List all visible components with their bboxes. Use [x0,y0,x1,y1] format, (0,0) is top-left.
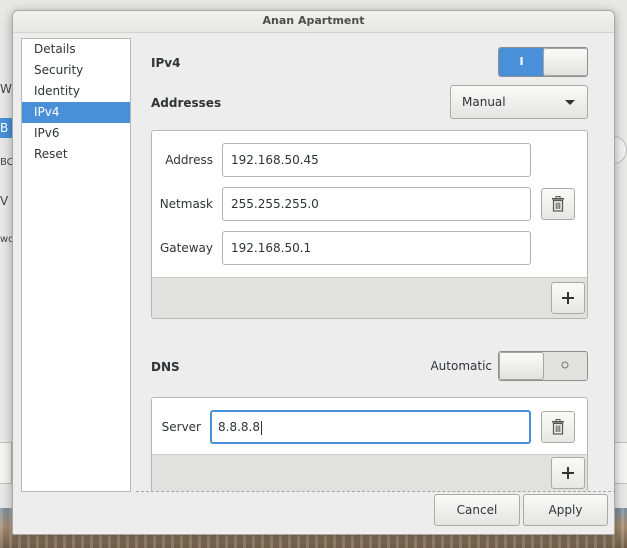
network-settings-dialog: Anan Apartment Details Security Identity… [12,10,615,535]
content-scroll-edge [136,491,614,492]
address-label: Address [165,153,213,167]
plus-icon [562,467,574,479]
addresses-heading: Addresses [151,96,222,110]
trash-icon [552,196,564,212]
delete-dns-button[interactable] [541,411,575,443]
switch-off-glyph [542,352,587,380]
dns-automatic-switch[interactable] [498,351,588,381]
dns-heading: DNS [151,360,180,374]
dns-automatic-label: Automatic [430,359,492,373]
switch-off-icon [561,361,568,369]
plus-icon [562,292,574,304]
dns-panel-footer [152,454,587,491]
dns-server-label: Server [161,420,201,434]
sidebar-item-reset[interactable]: Reset [22,144,130,165]
ipv4-method-value: Manual [462,95,506,109]
netmask-label: Netmask [159,197,213,211]
dns-panel: Server 8.8.8.8 [151,397,588,491]
add-dns-button[interactable] [551,457,585,489]
dns-server-field[interactable]: 8.8.8.8 [210,410,531,444]
trash-icon [552,419,564,435]
switch-knob [499,352,544,380]
sidebar-item-ipv4[interactable]: IPv4 [22,102,130,123]
address-field[interactable]: 192.168.50.45 [222,143,531,177]
background-field-edge [613,442,627,484]
dns-server-value: 8.8.8.8 [218,420,260,434]
switch-knob [543,48,587,76]
delete-address-button[interactable] [541,188,575,220]
chevron-down-icon [565,100,575,105]
switch-on-glyph: I [499,48,544,76]
ipv4-settings-page: IPv4 I Addresses Manual Address 192.168.… [151,38,588,491]
gateway-label: Gateway [159,241,213,255]
gateway-field[interactable]: 192.168.50.1 [222,231,531,265]
add-address-button[interactable] [551,282,585,314]
cancel-button[interactable]: Cancel [434,494,520,526]
apply-button[interactable]: Apply [523,494,608,526]
ipv4-enable-switch[interactable]: I [498,47,588,77]
settings-sidebar: Details Security Identity IPv4 IPv6 Rese… [21,38,131,492]
netmask-field[interactable]: 255.255.255.0 [222,187,531,221]
ipv4-method-dropdown[interactable]: Manual [450,85,588,119]
sidebar-item-identity[interactable]: Identity [22,81,130,102]
addresses-panel: Address 192.168.50.45 Netmask 255.255.25… [151,130,588,319]
sidebar-item-ipv6[interactable]: IPv6 [22,123,130,144]
background-field-edge [0,442,12,484]
ipv4-heading: IPv4 [151,56,181,70]
sidebar-item-details[interactable]: Details [22,39,130,60]
addresses-panel-footer [152,277,587,318]
sidebar-item-security[interactable]: Security [22,60,130,81]
dialog-title: Anan Apartment [13,11,614,33]
text-cursor [260,420,262,435]
